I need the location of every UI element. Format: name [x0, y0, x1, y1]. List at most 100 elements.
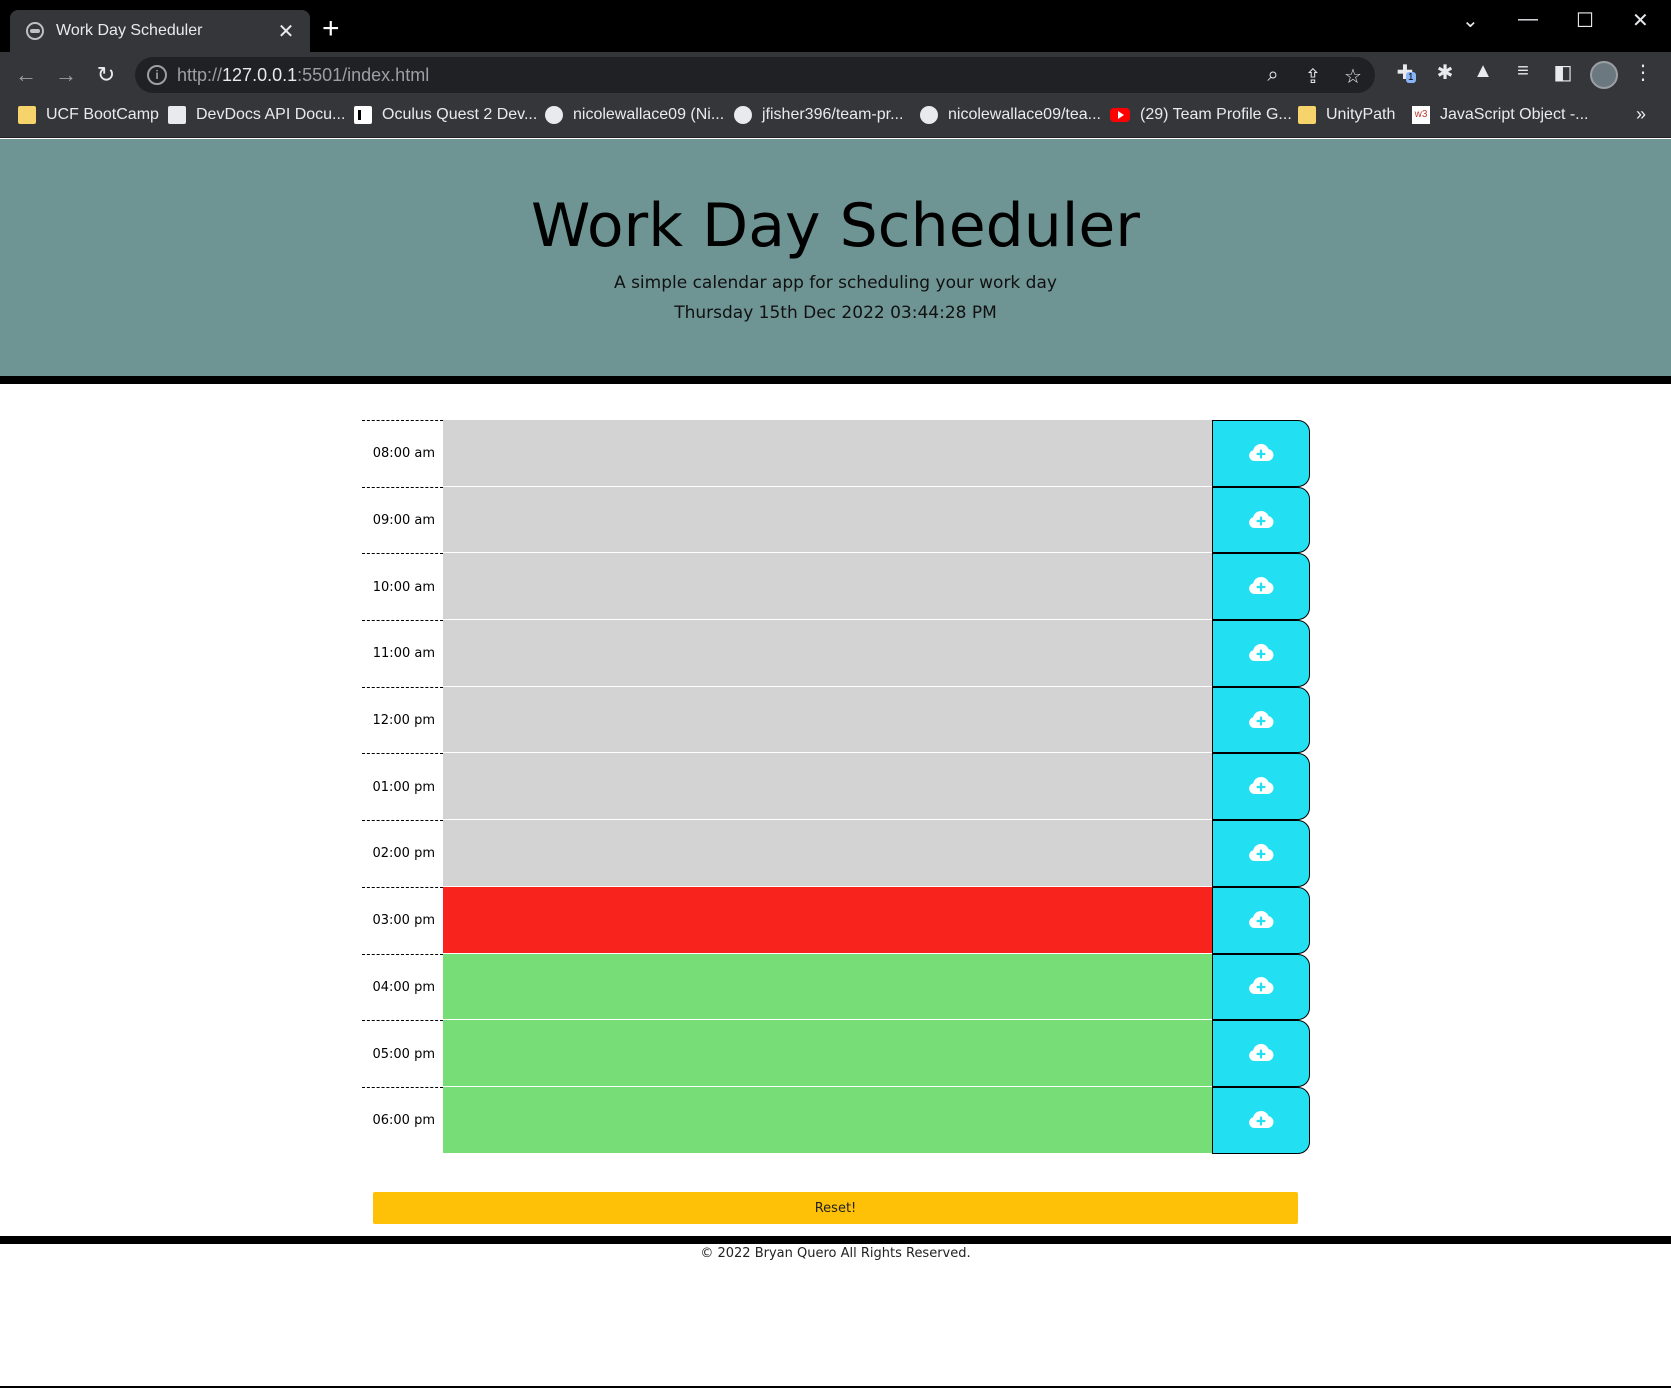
maximize-icon[interactable]: ☐	[1576, 8, 1594, 33]
bookmark-item[interactable]: nicolewallace09/tea...	[920, 106, 1101, 124]
reset-button[interactable]: Reset!	[373, 1192, 1298, 1224]
save-button[interactable]	[1212, 420, 1310, 487]
url-text: http://127.0.0.1:5501/index.html	[177, 65, 430, 85]
puzzle-icon[interactable]: ✱	[1432, 60, 1458, 85]
new-tab-button[interactable]: +	[322, 14, 340, 44]
bookmark-star-icon[interactable]: ☆	[1341, 64, 1365, 89]
event-description-input[interactable]	[443, 820, 1212, 887]
cloud-upload-icon	[1247, 708, 1275, 733]
event-description-input[interactable]	[443, 1086, 1212, 1154]
timeblock-row: 09:00 am	[362, 486, 1310, 554]
cloud-upload-icon	[1247, 974, 1275, 999]
github-icon	[920, 106, 938, 124]
hour-label: 03:00 pm	[362, 886, 443, 954]
hour-label: 11:00 am	[362, 620, 443, 687]
hour-label: 09:00 am	[362, 486, 443, 554]
event-description-input[interactable]	[443, 953, 1212, 1021]
more-bookmarks-icon[interactable]: »	[1636, 104, 1646, 125]
event-description-input[interactable]	[443, 753, 1212, 821]
folder-icon	[1298, 106, 1316, 124]
cloud-upload-icon	[1247, 1108, 1275, 1133]
browser-tab[interactable]: Work Day Scheduler ✕	[10, 10, 310, 52]
footer-divider	[0, 1236, 1671, 1244]
tab-search-icon[interactable]: ⌄	[1462, 8, 1479, 33]
cloud-upload-icon	[1247, 1041, 1275, 1066]
github-icon	[734, 106, 752, 124]
bookmarks-bar: UCF BootCamp DevDocs API Docu... Oculus …	[0, 98, 1671, 138]
event-description-input[interactable]	[443, 620, 1212, 687]
event-description-input[interactable]	[443, 420, 1212, 487]
folder-icon	[18, 106, 36, 124]
address-bar[interactable]: i http://127.0.0.1:5501/index.html ⌕ ⇪ ☆	[135, 57, 1375, 93]
cloud-upload-icon	[1247, 574, 1275, 599]
timeblock-row: 10:00 am	[362, 553, 1310, 621]
hour-label: 10:00 am	[362, 553, 443, 620]
browser-toolbar: ← → ↻ i http://127.0.0.1:5501/index.html…	[0, 52, 1671, 98]
menu-icon[interactable]: ⋮	[1630, 60, 1656, 85]
cloud-upload-icon	[1247, 641, 1275, 666]
profile-avatar[interactable]	[1590, 61, 1618, 89]
save-button[interactable]	[1212, 620, 1310, 687]
bookmark-item[interactable]: Oculus Quest 2 Dev...	[354, 106, 537, 124]
page-content: Work Day Scheduler A simple calendar app…	[0, 139, 1671, 1389]
event-description-input[interactable]	[443, 486, 1212, 554]
patreon-icon	[354, 106, 372, 124]
tab-title: Work Day Scheduler	[56, 22, 203, 39]
event-description-input[interactable]	[443, 686, 1212, 754]
bookmark-item[interactable]: DevDocs API Docu...	[168, 106, 345, 124]
devdocs-icon	[168, 106, 186, 124]
page-subtitle: A simple calendar app for scheduling you…	[614, 273, 1057, 293]
save-button[interactable]	[1212, 553, 1310, 621]
cloud-upload-icon	[1247, 508, 1275, 533]
bookmark-item[interactable]: UnityPath	[1298, 106, 1395, 124]
current-day: Thursday 15th Dec 2022 03:44:28 PM	[674, 303, 997, 323]
event-description-input[interactable]	[443, 553, 1212, 621]
timeblock-row: 08:00 am	[362, 420, 1310, 487]
timeblock-row: 01:00 pm	[362, 753, 1310, 821]
jumbotron-header: Work Day Scheduler A simple calendar app…	[0, 139, 1671, 384]
side-panel-icon[interactable]: ◧	[1550, 60, 1576, 85]
back-icon[interactable]: ←	[12, 62, 40, 88]
site-info-icon[interactable]: i	[147, 65, 167, 85]
page-title: Work Day Scheduler	[531, 191, 1140, 261]
save-button[interactable]	[1212, 1086, 1310, 1154]
bookmark-item[interactable]: jfisher396/team-pr...	[734, 106, 903, 124]
share-icon[interactable]: ⇪	[1301, 64, 1325, 89]
page-bottom-line	[0, 1386, 1671, 1388]
event-description-input[interactable]	[443, 886, 1212, 954]
footer-text: © 2022 Bryan Quero All Rights Reserved.	[700, 1246, 971, 1261]
save-button[interactable]	[1212, 953, 1310, 1021]
window-close-icon[interactable]: ✕	[1632, 8, 1649, 33]
labs-flask-icon[interactable]: ▲	[1470, 60, 1496, 83]
extension-icon[interactable]: ✚ 1	[1392, 60, 1418, 85]
save-button[interactable]	[1212, 820, 1310, 887]
hour-label: 08:00 am	[362, 420, 443, 487]
event-description-input[interactable]	[443, 1020, 1212, 1087]
reading-list-icon[interactable]: ≡	[1510, 60, 1536, 83]
browser-titlebar: Work Day Scheduler ✕ + ⌄ — ☐ ✕	[0, 0, 1671, 52]
zoom-icon[interactable]: ⌕	[1261, 64, 1285, 87]
hour-label: 01:00 pm	[362, 753, 443, 820]
hour-label: 02:00 pm	[362, 820, 443, 887]
bookmark-item[interactable]: w3 JavaScript Object -...	[1412, 106, 1589, 124]
github-icon	[545, 106, 563, 124]
reload-icon[interactable]: ↻	[92, 62, 120, 88]
bookmark-item[interactable]: nicolewallace09 (Ni...	[545, 106, 724, 124]
save-button[interactable]	[1212, 886, 1310, 954]
save-button[interactable]	[1212, 686, 1310, 754]
close-tab-icon[interactable]: ✕	[274, 19, 298, 44]
timeblock-row: 12:00 pm	[362, 686, 1310, 754]
save-button[interactable]	[1212, 486, 1310, 554]
bookmark-item[interactable]: (29) Team Profile G...	[1110, 106, 1292, 124]
forward-icon[interactable]: →	[52, 62, 80, 88]
timeblock-row: 06:00 pm	[362, 1086, 1310, 1154]
timeblock-row: 11:00 am	[362, 620, 1310, 687]
save-button[interactable]	[1212, 1020, 1310, 1087]
minimize-icon[interactable]: —	[1518, 8, 1538, 31]
cloud-upload-icon	[1247, 908, 1275, 933]
globe-icon	[26, 22, 44, 40]
save-button[interactable]	[1212, 753, 1310, 821]
bookmark-item[interactable]: UCF BootCamp	[18, 106, 159, 124]
timeblock-row: 05:00 pm	[362, 1020, 1310, 1087]
timeblock-row: 03:00 pm	[362, 886, 1310, 954]
